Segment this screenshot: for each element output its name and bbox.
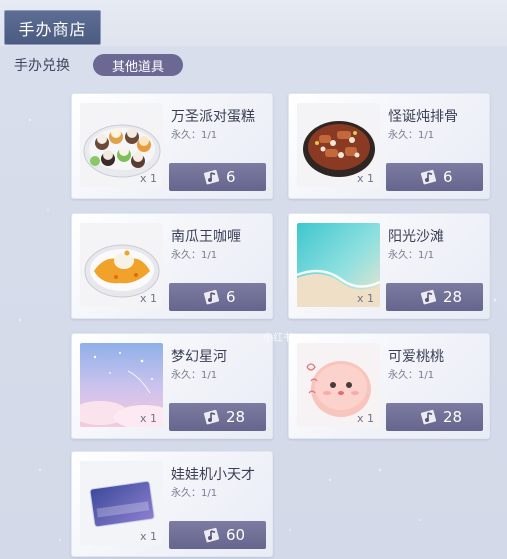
tab-figure-exchange[interactable]: 手办兑换 <box>14 55 70 75</box>
item-permanence: 永久：1/1 <box>388 130 435 141</box>
item-price: 28 <box>443 288 463 306</box>
shop-item-card[interactable]: x 1 娃娃机小天才 永久：1/1 60 <box>71 451 273 557</box>
item-name: 可爱桃桃 <box>388 349 444 365</box>
item-permanence: 永久：1/1 <box>171 250 218 261</box>
item-quantity: x 1 <box>140 412 158 425</box>
shop-title-tab[interactable]: 手办商店 <box>4 10 101 45</box>
item-quantity: x 1 <box>357 292 375 305</box>
item-permanence: 永久：1/1 <box>171 370 218 381</box>
music-ticket-icon <box>420 169 437 185</box>
buy-button[interactable]: 6 <box>386 163 483 191</box>
item-name: 梦幻星河 <box>171 349 227 365</box>
item-name: 阳光沙滩 <box>388 229 444 245</box>
item-permanence: 永久：1/1 <box>388 250 435 261</box>
item-quantity: x 1 <box>140 172 158 185</box>
item-quantity: x 1 <box>140 292 158 305</box>
item-price: 60 <box>226 526 246 544</box>
item-permanence: 永久：1/1 <box>171 488 218 499</box>
music-ticket-icon <box>420 289 437 305</box>
item-name: 万圣派对蛋糕 <box>171 109 255 125</box>
buy-button[interactable]: 6 <box>169 283 266 311</box>
watermark: 小红书 <box>263 333 293 344</box>
shop-item-card[interactable]: x 1 南瓜王咖喱 永久：1/1 6 <box>71 213 273 319</box>
buy-button[interactable]: 60 <box>169 521 266 549</box>
tab-other-items[interactable]: 其他道具 <box>93 54 183 76</box>
item-quantity: x 1 <box>140 530 158 543</box>
item-quantity: x 1 <box>357 172 375 185</box>
item-quantity: x 1 <box>357 412 375 425</box>
shop-item-card[interactable]: x 1 万圣派对蛋糕 永久：1/1 6 <box>71 93 273 199</box>
item-price: 28 <box>226 408 246 426</box>
buy-button[interactable]: 28 <box>169 403 266 431</box>
buy-button[interactable]: 28 <box>386 403 483 431</box>
item-price: 28 <box>443 408 463 426</box>
music-ticket-icon <box>203 289 220 305</box>
item-name: 怪诞炖排骨 <box>388 109 458 125</box>
music-ticket-icon <box>420 409 437 425</box>
music-ticket-icon <box>203 527 220 543</box>
buy-button[interactable]: 6 <box>169 163 266 191</box>
shop-item-card[interactable]: x 1 梦幻星河 永久：1/1 28 <box>71 333 273 439</box>
item-permanence: 永久：1/1 <box>171 130 218 141</box>
item-name: 娃娃机小天才 <box>171 467 255 483</box>
item-name: 南瓜王咖喱 <box>171 229 241 245</box>
shop-item-card[interactable]: x 1 阳光沙滩 永久：1/1 28 <box>288 213 490 319</box>
buy-button[interactable]: 28 <box>386 283 483 311</box>
music-ticket-icon <box>203 409 220 425</box>
item-price: 6 <box>226 288 236 306</box>
item-price: 6 <box>226 168 236 186</box>
shop-item-card[interactable]: x 1 怪诞炖排骨 永久：1/1 6 <box>288 93 490 199</box>
shop-item-card[interactable]: x 1 可爱桃桃 永久：1/1 28 <box>288 333 490 439</box>
item-permanence: 永久：1/1 <box>388 370 435 381</box>
music-ticket-icon <box>203 169 220 185</box>
item-price: 6 <box>443 168 453 186</box>
